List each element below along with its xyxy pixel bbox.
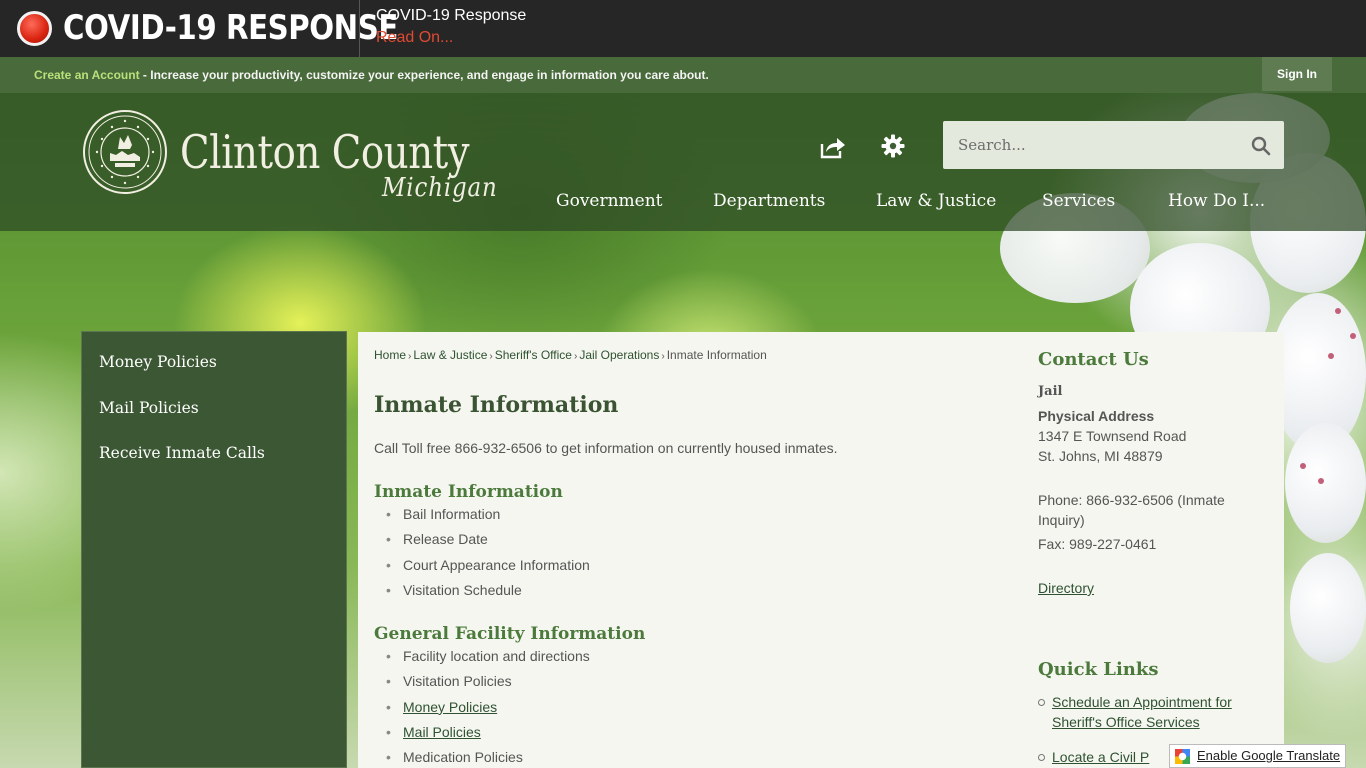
search-icon[interactable] [1251, 136, 1271, 156]
facility-information-list: Facility location and directions Visitat… [386, 648, 590, 768]
contact-us-heading: Contact Us [1038, 349, 1149, 370]
main-content: Home › Law & Justice › Sheriff's Office › Jail… [358, 332, 1284, 768]
covid-title[interactable]: COVID-19 RESPONSE [63, 8, 398, 48]
site-header: Clinton County Michigan Government Depar… [0, 93, 1366, 231]
sidebar-item-money-policies[interactable]: Money Policies [99, 353, 217, 371]
breadcrumb: Home › Law & Justice › Sheriff's Office › Jail… [374, 348, 767, 362]
divider [359, 0, 360, 57]
chevron-right-icon: › [489, 351, 493, 362]
sidebar: Money Policies Mail Policies Receive Inm… [81, 331, 347, 768]
schedule-appointment-link[interactable]: Schedule an Appointment for Sheriff's Of… [1052, 694, 1232, 730]
list-item: Bail Information [386, 506, 590, 531]
read-on-link[interactable]: Read On... [376, 29, 453, 47]
google-icon [1175, 749, 1190, 764]
nav-services[interactable]: Services [1042, 191, 1115, 211]
list-item: Visitation Schedule [386, 582, 590, 607]
intro-text: Call Toll free 866-932-6506 to get infor… [374, 440, 838, 456]
page-title: Inmate Information [374, 392, 619, 418]
sidebar-item-mail-policies[interactable]: Mail Policies [99, 399, 199, 417]
alert-icon [17, 11, 52, 46]
logo-state-name: Michigan [382, 173, 498, 203]
search-input[interactable] [943, 121, 1233, 169]
address-line-2: St. Johns, MI 48879 [1038, 448, 1163, 464]
nav-how-do-i[interactable]: How Do I... [1168, 191, 1265, 211]
account-bar: Create an Account - Increase your produc… [0, 57, 1366, 93]
address-line-1: 1347 E Townsend Road [1038, 428, 1187, 444]
sidebar-item-receive-inmate-calls[interactable]: Receive Inmate Calls [99, 444, 265, 462]
phone-text: Phone: 866-932-6506 (Inmate Inquiry) [1038, 492, 1225, 528]
list-item: Mail Policies [386, 724, 590, 749]
section-inmate-information-heading: Inmate Information [374, 482, 563, 502]
create-account-link[interactable]: Create an Account [34, 68, 140, 82]
money-policies-link[interactable]: Money Policies [403, 699, 497, 715]
search-box [943, 121, 1284, 169]
logo-county-name[interactable]: Clinton County [180, 125, 470, 179]
quick-link-item: Schedule an Appointment for Sheriff's Of… [1038, 692, 1252, 732]
locate-civil-link[interactable]: Locate a Civil P [1052, 749, 1149, 765]
translate-label: Enable Google Translate [1197, 748, 1341, 763]
covid-sub-title: COVID-19 Response [376, 7, 527, 24]
breadcrumb-current: Inmate Information [666, 348, 767, 362]
account-message: Create an Account - Increase your produc… [34, 68, 709, 82]
county-seal-logo[interactable] [82, 109, 168, 195]
list-item: Visitation Policies [386, 673, 590, 698]
covid-banner: COVID-19 RESPONSE COVID-19 Response Read… [0, 0, 1366, 57]
chevron-right-icon: › [661, 351, 665, 362]
account-message-text: - Increase your productivity, customize … [139, 68, 709, 82]
breadcrumb-law-justice[interactable]: Law & Justice [413, 348, 487, 362]
breadcrumb-sheriffs-office[interactable]: Sheriff's Office [495, 348, 572, 362]
nav-government[interactable]: Government [556, 191, 663, 211]
list-item: Court Appearance Information [386, 557, 590, 582]
contact-name: Jail [1038, 384, 1063, 399]
share-icon[interactable] [820, 135, 846, 159]
list-item: Medication Policies [386, 749, 590, 768]
breadcrumb-home[interactable]: Home [374, 348, 406, 362]
inmate-information-list: Bail Information Release Date Court Appe… [386, 506, 590, 607]
nav-law-justice[interactable]: Law & Justice [876, 191, 996, 211]
list-item: Money Policies [386, 699, 590, 724]
list-item: Facility location and directions [386, 648, 590, 673]
mail-policies-link[interactable]: Mail Policies [403, 724, 481, 740]
quick-links-heading: Quick Links [1038, 659, 1159, 680]
list-item: Release Date [386, 531, 590, 556]
nav-departments[interactable]: Departments [713, 191, 825, 211]
gear-icon[interactable] [881, 134, 905, 158]
fax-text: Fax: 989-227-0461 [1038, 536, 1157, 552]
google-translate-button[interactable]: Enable Google Translate [1169, 744, 1346, 768]
directory-link[interactable]: Directory [1038, 580, 1094, 596]
address-label: Physical Address [1038, 408, 1155, 424]
sign-in-button[interactable]: Sign In [1262, 57, 1332, 91]
breadcrumb-jail-operations[interactable]: Jail Operations [579, 348, 659, 362]
section-general-facility-heading: General Facility Information [374, 624, 646, 644]
